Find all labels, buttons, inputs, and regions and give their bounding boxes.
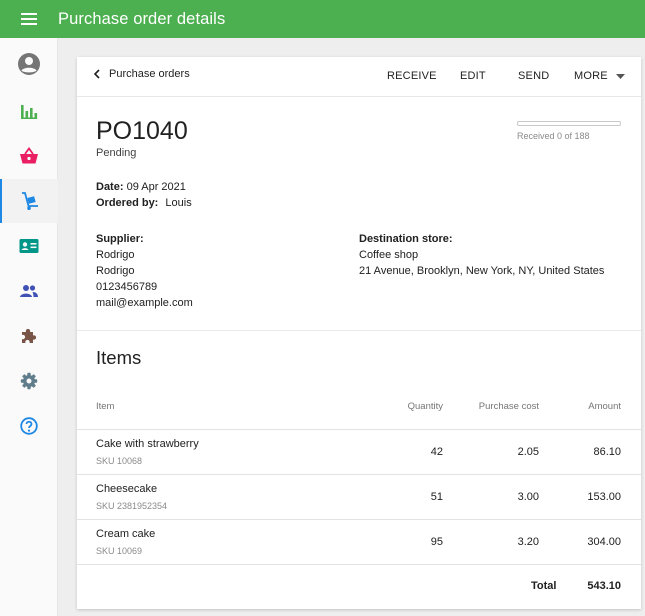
receive-button[interactable]: RECEIVE bbox=[387, 70, 437, 82]
supplier-email: mail@example.com bbox=[96, 297, 193, 309]
supplier-name: Rodrigo bbox=[96, 249, 135, 261]
back-link[interactable]: Purchase orders bbox=[93, 68, 190, 80]
table-bottom-divider bbox=[77, 564, 641, 565]
table-row[interactable]: Cream cake SKU 10069 95 3.20 304.00 bbox=[77, 519, 641, 564]
date-label: Date: bbox=[96, 181, 124, 193]
basket-icon bbox=[20, 147, 38, 164]
ordered-by-value: Louis bbox=[165, 197, 192, 209]
received-progress-bar bbox=[517, 121, 621, 126]
column-header-amount: Amount bbox=[588, 401, 621, 412]
ordered-by-label: Ordered by: bbox=[96, 197, 159, 209]
item-amount: 86.10 bbox=[593, 446, 621, 458]
sidebar-item-inventory[interactable] bbox=[0, 179, 58, 223]
more-button-label: MORE bbox=[574, 70, 608, 82]
edit-button[interactable]: EDIT bbox=[460, 70, 486, 82]
send-button[interactable]: SEND bbox=[518, 70, 549, 82]
item-name: Cream cake bbox=[96, 528, 156, 540]
card-toolbar: Purchase orders RECEIVE EDIT SEND MORE bbox=[77, 57, 641, 97]
sidebar-item-employees[interactable] bbox=[0, 269, 58, 313]
sidebar bbox=[0, 38, 58, 616]
item-quantity: 95 bbox=[430, 536, 443, 548]
menu-button[interactable] bbox=[0, 0, 58, 38]
page-title: Purchase order details bbox=[58, 9, 226, 28]
sidebar-item-reports[interactable] bbox=[0, 90, 58, 134]
date-value: 09 Apr 2021 bbox=[126, 181, 186, 193]
column-header-purchase-cost: Purchase cost bbox=[478, 401, 539, 412]
column-header-quantity: Quantity bbox=[407, 401, 443, 412]
destination-store: Coffee shop bbox=[359, 249, 419, 261]
dolly-icon bbox=[22, 192, 38, 210]
status-text: Pending bbox=[96, 147, 137, 159]
item-purchase-cost: 3.00 bbox=[517, 491, 539, 503]
people-icon bbox=[20, 285, 38, 297]
item-purchase-cost: 2.05 bbox=[517, 446, 539, 458]
back-link-label: Purchase orders bbox=[109, 68, 190, 80]
received-progress-text: Received 0 of 188 bbox=[517, 131, 590, 141]
app-bar: Purchase order details bbox=[0, 0, 645, 38]
ordered-by-line: Ordered by: Louis bbox=[96, 197, 192, 209]
account-circle-icon bbox=[18, 53, 40, 75]
sidebar-item-help[interactable] bbox=[0, 404, 58, 448]
help-circle-icon bbox=[20, 417, 38, 435]
destination-address: 21 Avenue, Brooklyn, New York, NY, Unite… bbox=[359, 265, 605, 277]
destination-label: Destination store: bbox=[359, 233, 453, 245]
supplier-phone: 0123456789 bbox=[96, 281, 158, 293]
item-quantity: 51 bbox=[430, 491, 443, 503]
section-divider bbox=[77, 330, 641, 331]
items-title: Items bbox=[96, 347, 142, 368]
sidebar-item-settings[interactable] bbox=[0, 359, 58, 403]
menu-icon bbox=[21, 13, 37, 25]
more-button[interactable]: MORE bbox=[574, 70, 625, 82]
sidebar-item-sales[interactable] bbox=[0, 134, 58, 178]
sidebar-item-integrations[interactable] bbox=[0, 314, 58, 358]
total-value: 543.10 bbox=[587, 580, 621, 592]
column-header-item: Item bbox=[96, 401, 115, 412]
supplier-label: Supplier: bbox=[96, 233, 144, 245]
item-amount: 304.00 bbox=[587, 536, 621, 548]
chevron-left-icon bbox=[93, 69, 100, 79]
item-name: Cheesecake bbox=[96, 483, 158, 495]
sidebar-item-customers[interactable] bbox=[0, 224, 58, 268]
puzzle-icon bbox=[22, 328, 37, 343]
total-label: Total bbox=[531, 580, 557, 592]
table-row[interactable]: Cake with strawberry SKU 10068 42 2.05 8… bbox=[77, 429, 641, 474]
item-sku: SKU 10068 bbox=[96, 456, 143, 466]
date-line: Date: 09 Apr 2021 bbox=[96, 181, 186, 193]
bar-chart-icon bbox=[21, 105, 38, 119]
item-sku: SKU 2381952354 bbox=[96, 501, 168, 511]
item-purchase-cost: 3.20 bbox=[517, 536, 539, 548]
purchase-order-card: Purchase orders RECEIVE EDIT SEND MORE P… bbox=[77, 57, 641, 609]
id-card-icon bbox=[19, 239, 39, 253]
item-sku: SKU 10069 bbox=[96, 546, 143, 556]
gear-icon bbox=[20, 372, 38, 390]
item-amount: 153.00 bbox=[587, 491, 621, 503]
arrow-drop-down-icon bbox=[615, 73, 625, 79]
item-quantity: 42 bbox=[430, 446, 443, 458]
item-name: Cake with strawberry bbox=[96, 438, 199, 450]
table-row[interactable]: Cheesecake SKU 2381952354 51 3.00 153.00 bbox=[77, 474, 641, 519]
supplier-contact: Rodrigo bbox=[96, 265, 135, 277]
sidebar-item-account[interactable] bbox=[0, 42, 58, 86]
po-number: PO1040 bbox=[96, 117, 188, 145]
